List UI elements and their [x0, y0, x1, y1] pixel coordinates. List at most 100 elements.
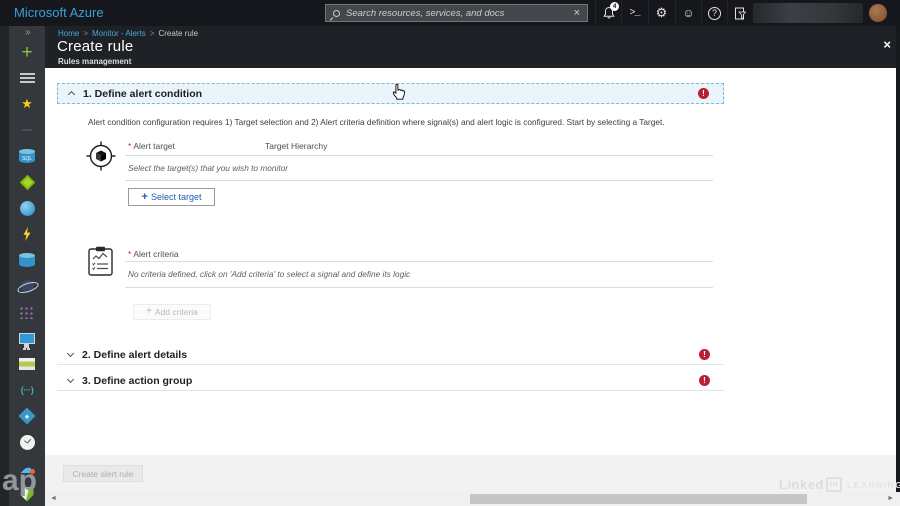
required-asterisk: *: [128, 141, 131, 151]
avatar[interactable]: [869, 4, 887, 22]
directory-filter-icon: [734, 7, 747, 20]
sidebar-item-traffic-manager[interactable]: [9, 403, 45, 429]
page-title: Create rule: [57, 38, 133, 55]
billing-icon: [19, 358, 35, 370]
azure-portal-window: Microsoft Azure Search resources, servic…: [0, 0, 900, 506]
alert-criteria-placeholder: No criteria defined, click on 'Add crite…: [128, 269, 410, 279]
alert-target-icon: [85, 140, 117, 172]
section-1-description: Alert condition configuration requires 1…: [88, 117, 665, 127]
close-icon[interactable]: ×: [883, 37, 891, 52]
breadcrumb-monitor-alerts[interactable]: Monitor - Alerts: [92, 29, 146, 38]
create-alert-rule-button[interactable]: Create alert rule: [63, 465, 143, 482]
watermark-left: ap: [2, 466, 37, 496]
section-1-title: 1. Define alert condition: [83, 88, 202, 100]
monitor-service-icon: [20, 435, 35, 450]
breadcrumb-current: Create rule: [158, 29, 198, 38]
section-1-error-badge: !: [698, 88, 709, 99]
required-asterisk: *: [128, 249, 131, 259]
azure-logo[interactable]: Microsoft Azure: [14, 5, 104, 20]
collapse-sidebar-icon[interactable]: »: [25, 27, 31, 38]
plus-icon: +: [142, 192, 148, 203]
chevron-down-icon: [67, 350, 74, 357]
top-bar: Microsoft Azure Search resources, servic…: [0, 0, 900, 26]
gear-icon: ⚙: [656, 5, 668, 21]
section-2-title: 2. Define alert details: [82, 349, 187, 361]
cosmos-db-icon: [21, 280, 34, 293]
breadcrumb-separator: >: [83, 29, 88, 38]
sidebar-item-function-apps[interactable]: [9, 221, 45, 247]
sidebar-item-managed-applications[interactable]: [9, 169, 45, 195]
breadcrumb-separator: >: [150, 29, 155, 38]
help-button[interactable]: ?: [701, 0, 727, 26]
notification-badge: 4: [610, 2, 619, 11]
sidebar-item-create-resource[interactable]: +: [9, 39, 45, 65]
scroll-left-icon[interactable]: ◄: [50, 495, 57, 502]
app-services-icon: [20, 201, 35, 216]
search-clear-icon[interactable]: ×: [574, 8, 580, 19]
user-account-blurred: [753, 3, 863, 23]
resource-groups-icon: [19, 306, 35, 319]
database-icon: [19, 254, 35, 267]
chevron-up-icon: [68, 91, 75, 98]
settings-button[interactable]: ⚙: [648, 0, 674, 26]
sql-database-icon: [19, 150, 35, 163]
page-subtitle: Rules management: [58, 57, 131, 66]
divider: [125, 155, 713, 156]
select-target-button[interactable]: + Select target: [128, 188, 215, 206]
sidebar-item-all-services[interactable]: [9, 65, 45, 91]
sidebar-item-database[interactable]: [9, 247, 45, 273]
alert-criteria-label: *Alert criteria: [128, 249, 179, 259]
right-edge: [896, 26, 900, 492]
scrollbar-thumb[interactable]: [470, 494, 807, 504]
add-criteria-button[interactable]: + Add criteria: [133, 304, 211, 320]
sidebar-item-favorites[interactable]: ★: [9, 91, 45, 117]
sidebar-item-cosmos-db[interactable]: [9, 273, 45, 299]
section-1-header[interactable]: 1. Define alert condition !: [57, 83, 724, 104]
sidebar-edge: [0, 26, 9, 506]
cloud-shell-icon: >_: [629, 8, 639, 19]
function-apps-icon: [22, 227, 33, 241]
sidebar-item-sql-database[interactable]: [9, 143, 45, 169]
section-3-error-badge: !: [699, 375, 710, 386]
sidebar-item-virtual-machines[interactable]: [9, 325, 45, 351]
traffic-manager-icon: [19, 408, 36, 425]
cloud-shell-button[interactable]: >_: [621, 0, 647, 26]
feedback-button[interactable]: ☺: [675, 0, 701, 26]
left-sidebar: » +★(···)☁: [0, 26, 45, 506]
notifications-button[interactable]: 4: [595, 0, 621, 26]
section-2-header[interactable]: 2. Define alert details !: [57, 345, 724, 365]
section-3-header[interactable]: 3. Define action group !: [57, 371, 724, 391]
search-placeholder: Search resources, services, and docs: [346, 8, 574, 19]
sidebar-item-divider: [9, 117, 45, 143]
sidebar-item-monitor-service[interactable]: [9, 429, 45, 455]
divider: [125, 180, 713, 181]
global-search-input[interactable]: Search resources, services, and docs ×: [325, 4, 588, 22]
sidebar-item-app-services[interactable]: [9, 195, 45, 221]
horizontal-scrollbar[interactable]: ◄ ►: [45, 492, 900, 506]
alert-target-label: *Alert target: [128, 141, 175, 151]
breadcrumb: Home>Monitor - Alerts>Create rule: [58, 29, 198, 38]
sidebar-item-resource-groups[interactable]: [9, 299, 45, 325]
all-services-icon: [20, 73, 35, 83]
mouse-cursor: [392, 83, 406, 101]
chevron-down-icon: [67, 376, 74, 383]
alert-criteria-icon: [87, 246, 114, 277]
help-icon: ?: [708, 7, 721, 20]
smiley-icon: ☺: [682, 6, 694, 20]
alert-target-placeholder: Select the target(s) that you wish to mo…: [128, 163, 288, 173]
target-hierarchy-label: Target Hierarchy: [265, 141, 327, 151]
breadcrumb-home[interactable]: Home: [58, 29, 79, 38]
search-icon: [333, 10, 340, 17]
sidebar-icon-list: +★(···)☁: [9, 39, 45, 506]
linkedin-learning-watermark: Linked in LEARNING: [779, 477, 900, 492]
sidebar-item-billing[interactable]: [9, 351, 45, 377]
managed-applications-icon: [19, 174, 35, 190]
divider-icon: [22, 129, 32, 131]
sidebar-item-api-management[interactable]: (···): [9, 377, 45, 403]
divider: [125, 287, 713, 288]
plus-icon: +: [146, 307, 152, 317]
section-3-title: 3. Define action group: [82, 375, 192, 387]
directory-filter-button[interactable]: [727, 0, 753, 26]
scroll-right-icon[interactable]: ►: [887, 495, 894, 502]
virtual-machines-icon: [19, 333, 35, 344]
